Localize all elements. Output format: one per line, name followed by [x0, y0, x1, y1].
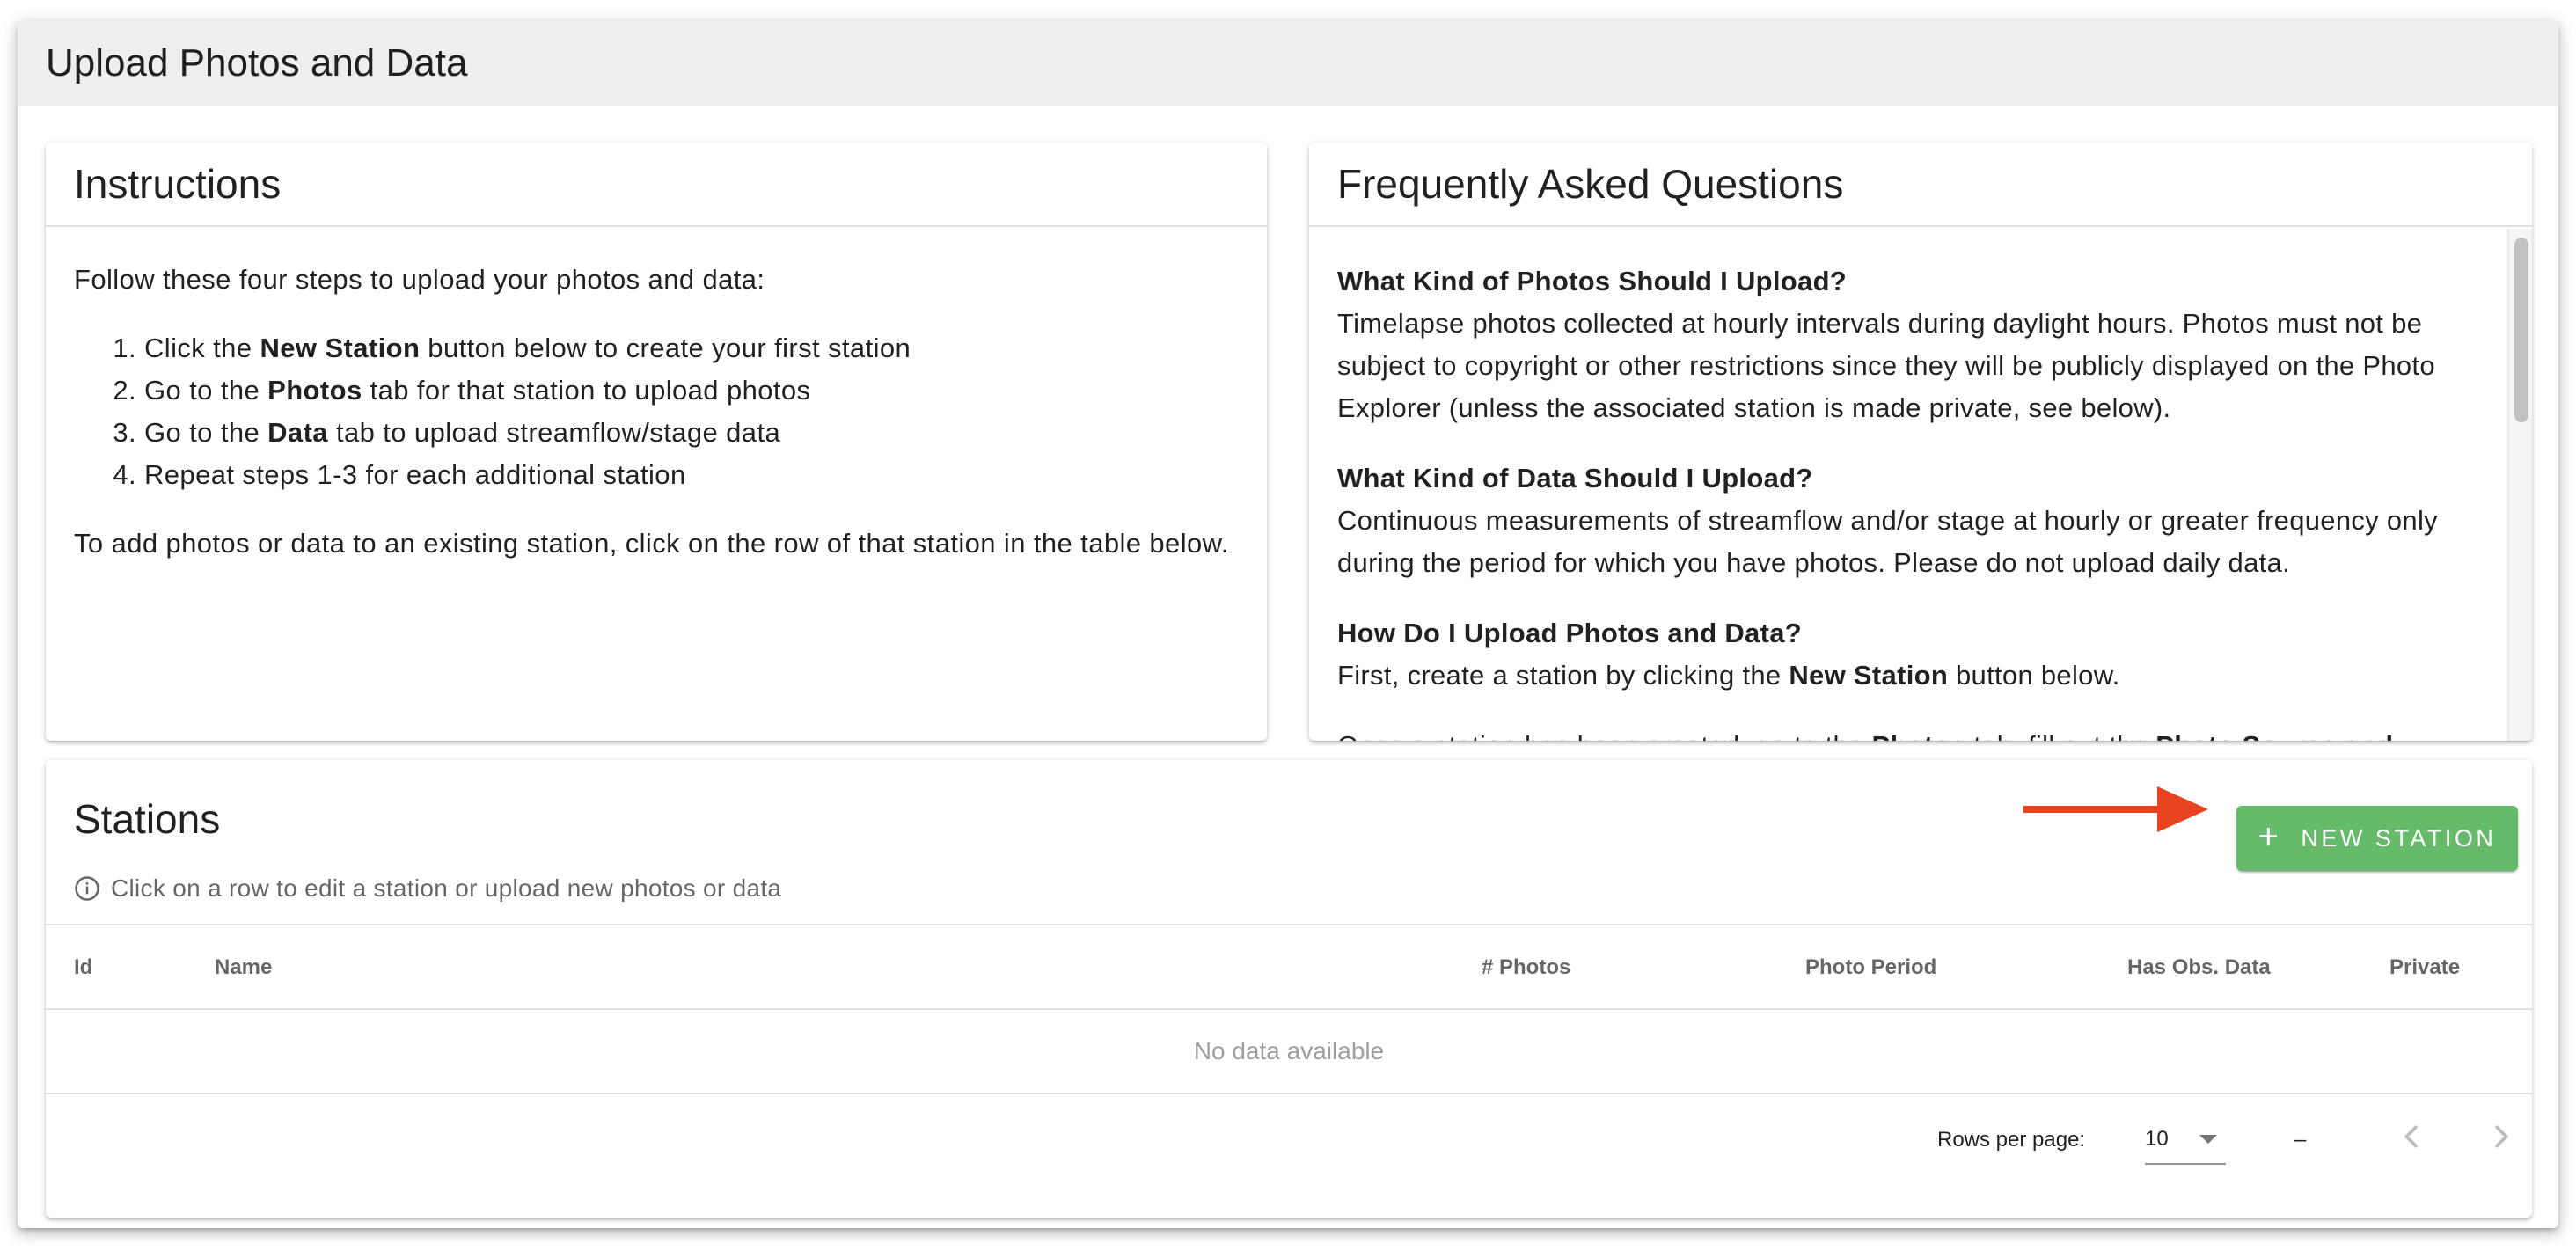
faq-question: How Do I Upload Photos and Data?: [1337, 618, 1802, 648]
faq-cutoff-line: Once a station has been created, go to t…: [1337, 725, 2479, 741]
stations-hint-text: Click on a row to edit a station or uplo…: [111, 874, 782, 902]
chevron-right-icon[interactable]: [2483, 1119, 2518, 1154]
column-header-photos[interactable]: # Photos: [1482, 955, 1570, 980]
faq-item: How Do I Upload Photos and Data? First, …: [1337, 612, 2479, 697]
faq-question: What Kind of Photos Should I Upload?: [1337, 266, 1848, 296]
faq-answer: First, create a station by clicking the …: [1337, 660, 2120, 691]
column-header-private[interactable]: Private: [2389, 955, 2460, 980]
column-header-photo-period[interactable]: Photo Period: [1805, 955, 1936, 980]
faq-scroll-area[interactable]: What Kind of Photos Should I Upload? Tim…: [1309, 229, 2507, 741]
instruction-step: Go to the Photos tab for that station to…: [144, 369, 1239, 412]
faq-answer: Continuous measurements of streamflow an…: [1337, 505, 2438, 578]
upload-page-card: Upload Photos and Data Instructions Foll…: [18, 21, 2558, 1228]
instruction-step: Click the New Station button below to cr…: [144, 327, 1239, 369]
faq-item: What Kind of Data Should I Upload? Conti…: [1337, 457, 2479, 584]
new-station-button[interactable]: + NEW STATION: [2236, 806, 2518, 871]
faq-scrollbar-thumb[interactable]: [2514, 238, 2528, 422]
chevron-left-icon[interactable]: [2395, 1119, 2430, 1154]
new-station-button-label: NEW STATION: [2301, 824, 2497, 852]
rows-per-page-label: Rows per page:: [1937, 1128, 2086, 1152]
no-data-message: No data available: [46, 1010, 2532, 1094]
instructions-title: Instructions: [46, 143, 1267, 227]
faq-scrollbar[interactable]: [2507, 229, 2532, 741]
faq-card: Frequently Asked Questions What Kind of …: [1309, 143, 2532, 741]
stations-hint: Click on a row to edit a station or uplo…: [74, 874, 781, 903]
arrow-right-icon: [2023, 786, 2208, 832]
column-header-id[interactable]: Id: [74, 955, 92, 980]
faq-item: What Kind of Photos Should I Upload? Tim…: [1337, 260, 2479, 429]
instructions-outro: To add photos or data to an existing sta…: [74, 528, 1229, 559]
info-circle-icon: [75, 876, 99, 901]
stations-title: Stations: [74, 796, 221, 842]
faq-title: Frequently Asked Questions: [1309, 143, 2532, 227]
plus-icon: +: [2258, 817, 2282, 856]
faq-answer: Timelapse photos collected at hourly int…: [1337, 308, 2435, 423]
pagination-range: –: [2294, 1128, 2307, 1152]
rows-per-page-value: 10: [2145, 1127, 2169, 1151]
instructions-intro: Follow these four steps to upload your p…: [74, 264, 765, 295]
instruction-step: Go to the Data tab to upload streamflow/…: [144, 412, 1239, 454]
instructions-body: Follow these four steps to upload your p…: [46, 227, 1267, 565]
instructions-card: Instructions Follow these four steps to …: [46, 143, 1267, 741]
instruction-step: Repeat steps 1-3 for each additional sta…: [144, 454, 1239, 496]
faq-question: What Kind of Data Should I Upload?: [1337, 463, 1813, 494]
stations-table-header: Id Name # Photos Photo Period Has Obs. D…: [46, 924, 2532, 1010]
rows-per-page-select[interactable]: 10: [2145, 1115, 2226, 1165]
column-header-has-obs-data[interactable]: Has Obs. Data: [2127, 955, 2271, 980]
caret-down-icon: [2199, 1135, 2217, 1144]
column-header-name[interactable]: Name: [215, 955, 272, 980]
page-title: Upload Photos and Data: [18, 21, 2558, 106]
instructions-steps: Click the New Station button below to cr…: [74, 327, 1239, 496]
table-footer: Rows per page: 10 –: [46, 1096, 2532, 1182]
